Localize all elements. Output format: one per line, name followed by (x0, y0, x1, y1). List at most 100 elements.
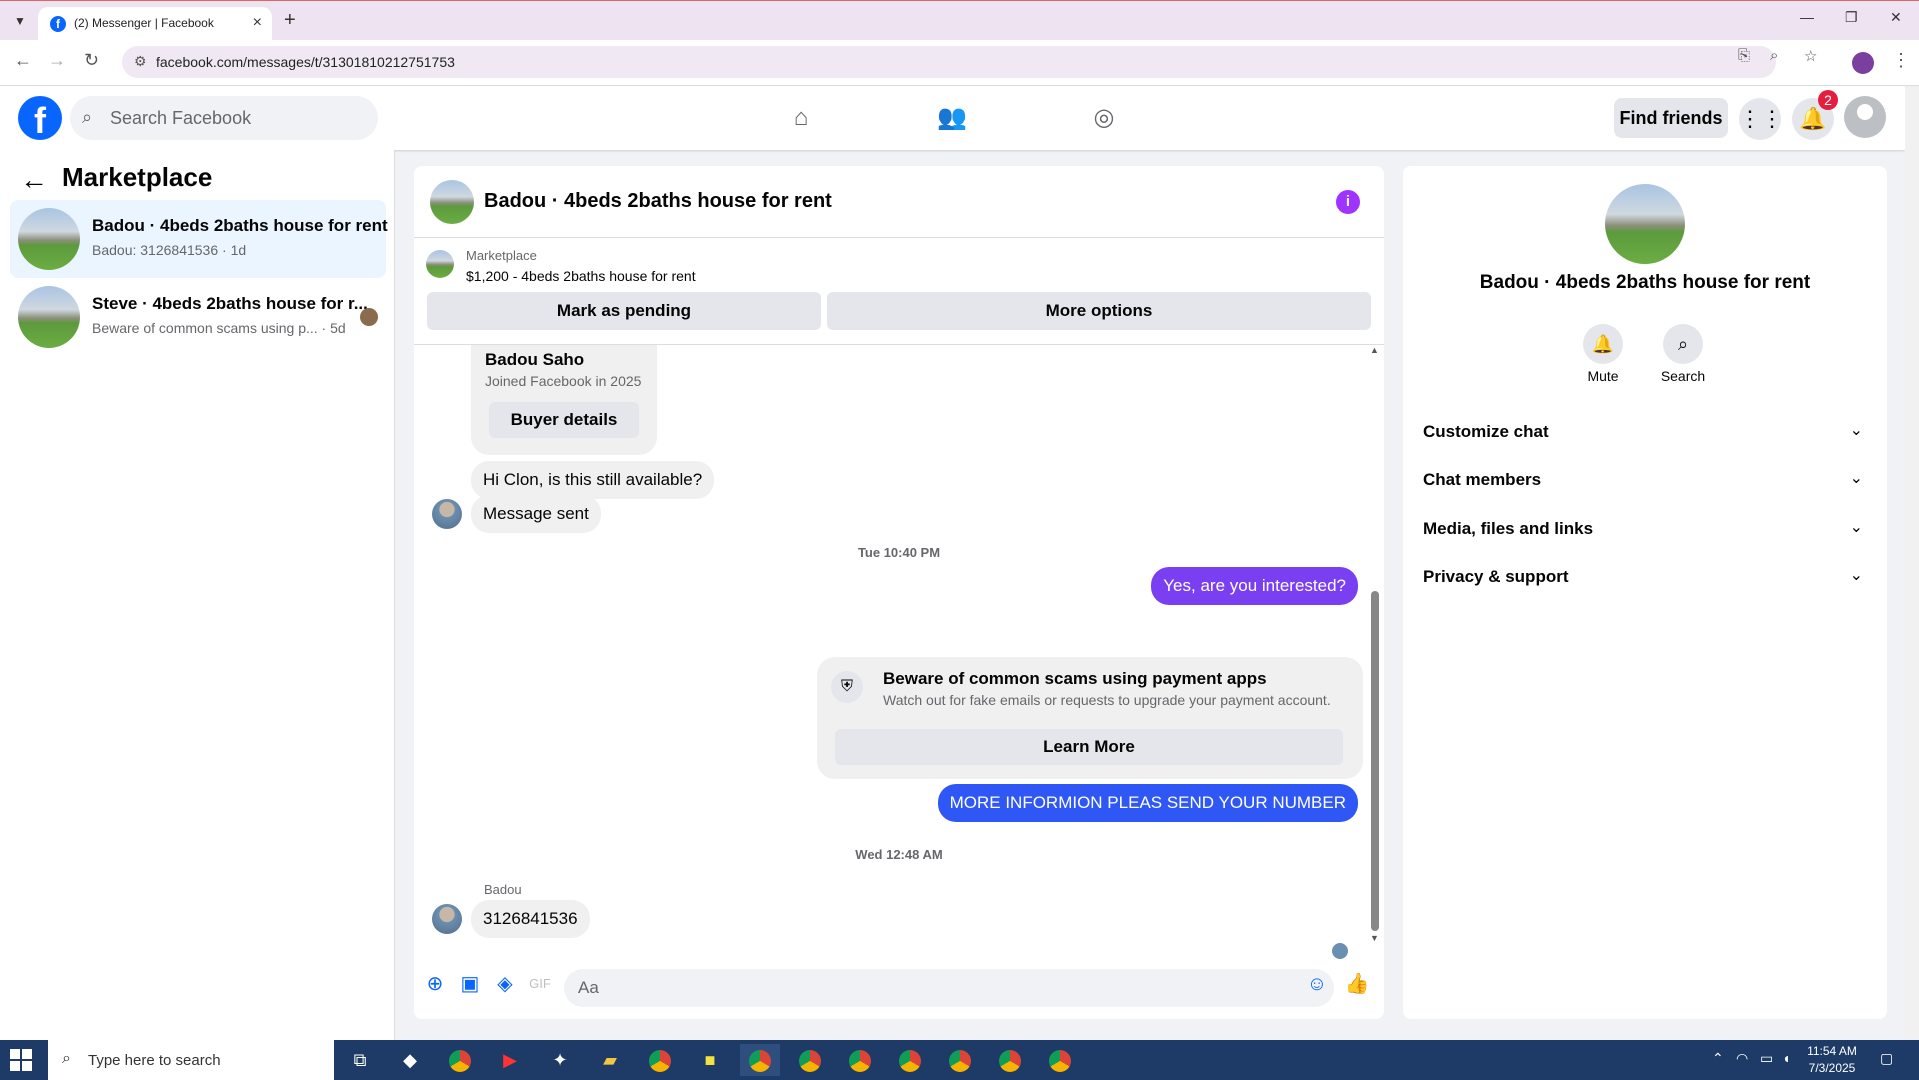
learn-more-button[interactable]: Learn More (835, 729, 1343, 765)
message-scrollbar[interactable]: ▲ ▼ (1368, 345, 1380, 945)
browser-menu-icon[interactable]: ⋮ (1892, 50, 1910, 71)
reload-icon[interactable]: ↻ (84, 50, 99, 71)
file-explorer-icon[interactable]: ▰ (590, 1044, 630, 1076)
find-friends-button[interactable]: Find friends (1614, 98, 1728, 138)
task-view-icon[interactable]: ⧉ (340, 1044, 380, 1076)
chrome-app-icon[interactable] (840, 1044, 880, 1076)
back-arrow-icon[interactable]: ← (20, 164, 48, 196)
marketplace-listing-bar: Marketplace $1,200 - 4beds 2baths house … (414, 238, 1384, 345)
chrome-app-icon[interactable] (440, 1044, 480, 1076)
battery-icon[interactable]: ▭ (1760, 1050, 1773, 1067)
emoji-icon[interactable]: ☺ (1304, 971, 1330, 997)
listing-thumbnail (18, 208, 80, 270)
scrollbar-thumb[interactable] (1371, 591, 1379, 931)
facebook-logo[interactable]: f (18, 96, 62, 141)
photo-icon[interactable]: ▣ (457, 971, 483, 997)
section-chat-members[interactable]: Chat members ⌄ (1419, 460, 1871, 500)
forward-icon[interactable]: → (48, 50, 66, 71)
thumbs-up-icon[interactable]: 👍 (1344, 971, 1370, 997)
taskbar-search[interactable]: ⌕ Type here to search (48, 1040, 334, 1080)
details-avatar[interactable] (1605, 184, 1685, 264)
site-info-icon[interactable]: ⚙ (134, 53, 147, 70)
bell-icon[interactable]: 🔔 (1583, 324, 1623, 364)
chrome-app-icon[interactable] (740, 1044, 780, 1076)
minimize-icon[interactable]: — (1800, 9, 1814, 25)
chrome-app-icon[interactable] (940, 1044, 980, 1076)
message-list: Badou Saho Joined Facebook in 2025 Buyer… (414, 345, 1384, 959)
chat-details-panel: Badou · 4beds 2baths house for rent 🔔 Mu… (1403, 166, 1887, 1019)
app-icon[interactable]: ✦ (540, 1044, 580, 1076)
back-icon[interactable]: ← (14, 50, 32, 71)
bookmark-star-icon[interactable]: ☆ (1804, 47, 1817, 65)
section-label: Chat members (1423, 470, 1542, 489)
network-icon[interactable]: ◠ (1736, 1050, 1748, 1067)
browser-tab[interactable]: f (2) Messenger | Facebook × (38, 7, 272, 41)
chat-avatar[interactable] (430, 180, 474, 224)
youtube-icon[interactable]: ▶ (490, 1044, 530, 1076)
groups-icon[interactable]: ◎ (1084, 98, 1124, 138)
install-app-icon[interactable]: ⎘ (1738, 47, 1750, 64)
search-action[interactable]: ⌕ Search (1643, 324, 1723, 384)
scroll-down-icon[interactable]: ▼ (1370, 933, 1379, 943)
taskbar-clock[interactable]: 11:54 AM 7/3/2025 (1800, 1043, 1864, 1077)
chrome-app-icon[interactable] (890, 1044, 930, 1076)
chrome-app-icon[interactable] (790, 1044, 830, 1076)
facebook-search[interactable]: ⌕ (70, 96, 378, 140)
section-label: Customize chat (1423, 422, 1549, 441)
page-scrollbar[interactable] (1905, 86, 1919, 1040)
gif-icon[interactable]: GIF (527, 971, 553, 997)
chrome-app-icon[interactable] (1040, 1044, 1080, 1076)
buyer-details-button[interactable]: Buyer details (489, 402, 639, 438)
copilot-icon[interactable]: ◆ (390, 1044, 430, 1076)
conversation-name: Steve · 4beds 2baths house for r... (92, 294, 368, 313)
notification-center-icon[interactable]: ▢ (1880, 1050, 1893, 1067)
chat-title[interactable]: Badou · 4beds 2baths house for rent (484, 190, 832, 213)
tab-close-icon[interactable]: × (253, 14, 262, 32)
search-icon[interactable]: ⌕ (1663, 324, 1703, 364)
listing-thumbnail[interactable] (426, 250, 454, 278)
windows-start-icon[interactable] (10, 1049, 32, 1071)
sticky-notes-icon[interactable]: ■ (690, 1044, 730, 1076)
chrome-app-icon[interactable] (640, 1044, 680, 1076)
chevron-down-icon: ⌄ (1849, 470, 1863, 487)
sender-avatar[interactable] (432, 904, 462, 934)
friends-icon[interactable]: 👥 (932, 98, 972, 138)
home-icon[interactable]: ⌂ (781, 98, 821, 138)
conversation-item-badou[interactable]: Badou · 4beds 2baths house for rent Bado… (10, 200, 388, 278)
address-bar[interactable]: ⚙ facebook.com/messages/t/31301810212751… (122, 46, 1776, 78)
tray-chevron-icon[interactable]: ⌃ (1712, 1050, 1724, 1067)
message-bubble-outgoing: MORE INFORMION PLEAS SEND YOUR NUMBER (937, 784, 1358, 822)
buyer-joined: Joined Facebook in 2025 (485, 373, 642, 389)
details-name: Badou · 4beds 2baths house for rent (1479, 272, 1811, 293)
restore-icon[interactable]: ❐ (1845, 9, 1858, 26)
chrome-app-icon[interactable] (990, 1044, 1030, 1076)
info-icon[interactable]: i (1336, 190, 1360, 214)
tab-list-chevron-icon[interactable]: ▼ (8, 9, 32, 33)
menu-grid-icon[interactable]: ⋮⋮ (1739, 98, 1783, 140)
mute-label: Mute (1587, 368, 1619, 384)
mark-as-pending-button[interactable]: Mark as pending (427, 292, 821, 330)
new-tab-icon[interactable]: + (284, 9, 296, 32)
section-privacy-support[interactable]: Privacy & support ⌄ (1419, 557, 1871, 597)
chat-header: Badou · 4beds 2baths house for rent i (414, 166, 1384, 238)
section-label: Media, files and links (1423, 519, 1594, 538)
message-input[interactable] (564, 969, 1334, 1007)
mute-action[interactable]: 🔔 Mute (1563, 324, 1643, 384)
volume-icon[interactable]: ◖ (1782, 1050, 1790, 1066)
scroll-up-icon[interactable]: ▲ (1370, 345, 1379, 355)
sticker-icon[interactable]: ◈ (492, 971, 518, 997)
section-customize-chat[interactable]: Customize chat ⌄ (1419, 412, 1871, 452)
browser-profile-avatar[interactable] (1852, 52, 1874, 74)
conversation-item-steve[interactable]: Steve · 4beds 2baths house for r... Bewa… (10, 278, 386, 356)
section-media-files-links[interactable]: Media, files and links ⌄ (1419, 509, 1871, 549)
sender-avatar[interactable] (432, 499, 462, 529)
plus-circle-icon[interactable]: ⊕ (422, 971, 448, 997)
more-options-button[interactable]: More options (827, 292, 1371, 330)
search-input[interactable] (110, 96, 360, 140)
account-avatar[interactable] (1844, 96, 1886, 138)
listing-title[interactable]: $1,200 - 4beds 2baths house for rent (466, 268, 696, 284)
window-close-icon[interactable]: ✕ (1890, 9, 1902, 26)
buyer-profile-card: Badou Saho Joined Facebook in 2025 Buyer… (471, 345, 657, 455)
zoom-icon[interactable]: ⌕ (1770, 47, 1778, 64)
shield-icon: ⛨ (831, 671, 863, 703)
